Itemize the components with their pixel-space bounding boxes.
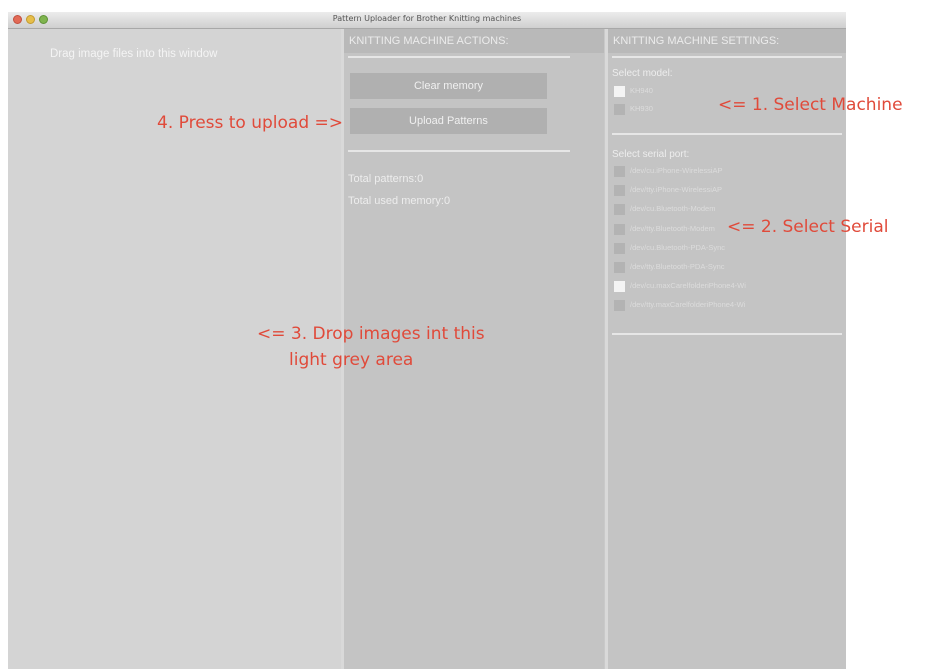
clear-memory-button[interactable]: Clear memory [350,73,547,99]
annotation-select-machine: <= 1. Select Machine [718,95,903,115]
total-memory-text: Total used memory:0 [348,195,451,207]
divider-line [612,133,842,135]
model-checkbox[interactable] [614,86,625,97]
annotation-drop-images-line1: <= 3. Drop images int this [257,324,485,344]
settings-panel: KNITTING MACHINE SETTINGS: Select model:… [608,29,846,669]
model-option-label: KH940 [630,86,653,95]
model-option-label: KH930 [630,104,653,113]
divider-line [348,150,570,152]
serial-port-option-label: /dev/tty.Bluetooth-PDA-Sync [630,262,725,271]
total-patterns-text: Total patterns:0 [348,173,424,185]
settings-header: KNITTING MACHINE SETTINGS: [608,29,846,53]
serial-port-checkbox[interactable] [614,204,625,216]
serial-port-section-label: Select serial port: [612,149,690,160]
actions-panel: KNITTING MACHINE ACTIONS: Clear memory U… [344,29,604,669]
serial-port-checkbox[interactable] [614,223,625,235]
serial-port-checkbox[interactable] [614,242,625,254]
model-section-label: Select model: [612,68,673,79]
drop-hint-text: Drag image files into this window [50,48,218,60]
upload-patterns-button[interactable]: Upload Patterns [350,108,547,134]
actions-header: KNITTING MACHINE ACTIONS: [344,29,604,53]
annotation-drop-images-line2: light grey area [289,350,414,370]
serial-port-checkbox[interactable] [614,300,625,312]
annotation-select-serial: <= 2. Select Serial [727,217,889,237]
divider-line [348,56,570,58]
serial-port-checkbox[interactable] [614,281,625,293]
divider-line [612,333,842,335]
serial-port-option-label: /dev/cu.Bluetooth-PDA-Sync [630,242,726,252]
serial-port-option-label: /dev/cu.maxCarelfolderiPhone4-Wi [630,281,746,291]
serial-port-option-label: /dev/cu.iPhone-WirelessiAP [630,166,723,175]
serial-port-checkbox[interactable] [614,166,625,177]
title-bar[interactable]: Pattern Uploader for Brother Knitting ma… [8,12,846,29]
annotation-press-upload: 4. Press to upload => [157,113,344,133]
divider-line [612,56,842,58]
serial-port-checkbox[interactable] [614,262,625,273]
model-checkbox[interactable] [614,104,625,115]
serial-port-option-label: /dev/tty.iPhone-WirelessiAP [630,185,722,195]
serial-port-option-label: /dev/tty.Bluetooth-Modem [630,223,715,233]
serial-port-checkbox[interactable] [614,185,625,197]
serial-port-option-label: /dev/cu.Bluetooth-Modem [630,204,716,214]
serial-port-option-label: /dev/tty.maxCarelfolderiPhone4-Wi [630,300,746,310]
window-title: Pattern Uploader for Brother Knitting ma… [332,14,522,23]
